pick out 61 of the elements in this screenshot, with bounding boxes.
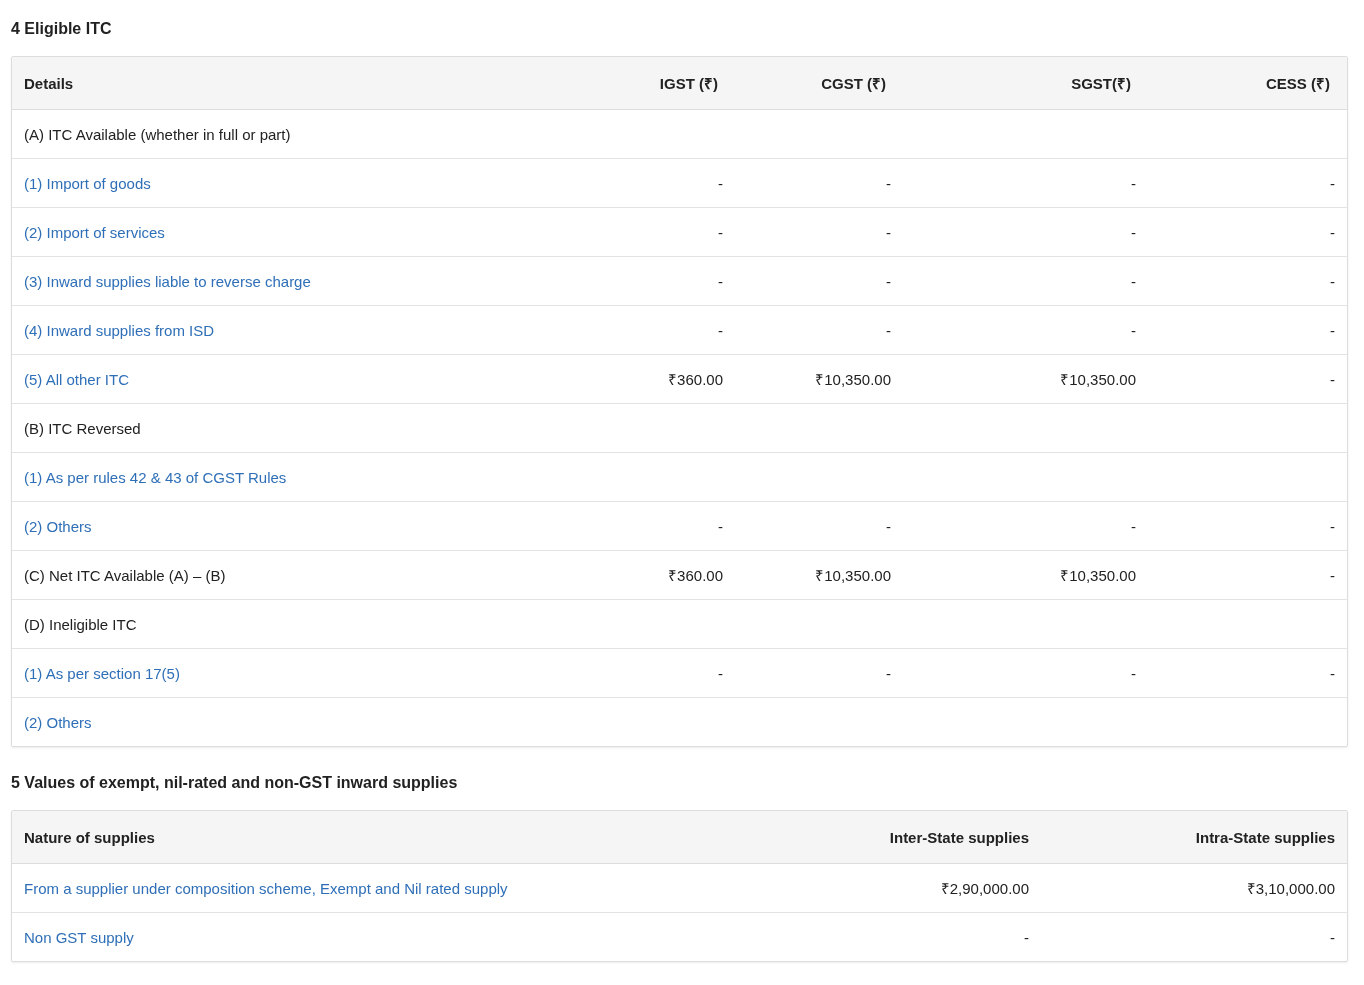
row-label: (A) ITC Available (whether in full or part) <box>12 110 560 159</box>
table-cell: - <box>1148 208 1347 257</box>
row-link[interactable]: (1) As per rules 42 & 43 of CGST Rules <box>12 453 560 502</box>
table-cell: - <box>1148 306 1347 355</box>
table-cell: - <box>1148 502 1347 551</box>
column-header: Details <box>12 57 560 110</box>
section-title: 5 Values of exempt, nil-rated and non-GST inward supplies <box>11 774 459 792</box>
row-link[interactable]: (5) All other ITC <box>12 355 560 404</box>
row-link[interactable]: From a supplier under composition scheme, Exempt and Nil rated supply <box>12 864 742 913</box>
table-cell: - <box>735 208 903 257</box>
table-cell: - <box>1148 159 1347 208</box>
row-label: (B) ITC Reversed <box>12 404 560 453</box>
row-link[interactable]: (1) As per section 17(5) <box>12 649 560 698</box>
table-cell-text: - <box>1023 927 1030 948</box>
table-cell: - <box>560 306 735 355</box>
column-header: CGST (₹) <box>735 57 903 110</box>
table-cell: - <box>903 257 1148 306</box>
table-cell: ₹360.00 <box>560 355 735 404</box>
table-cell: - <box>1148 355 1347 404</box>
column-header: Inter-State supplies <box>742 811 1042 864</box>
row-label: (D) Ineligible ITC <box>12 600 560 649</box>
table-cell: ₹10,350.00 <box>903 551 1148 600</box>
table-cell: ₹3,10,000.00 <box>1042 864 1347 913</box>
table-cell: - <box>560 208 735 257</box>
column-header: Intra-State supplies <box>1042 811 1347 864</box>
row-link[interactable]: (3) Inward supplies liable to reverse charge <box>12 257 560 306</box>
table-cell: - <box>560 649 735 698</box>
table-cell: - <box>560 502 735 551</box>
row-link[interactable]: (1) Import of goods <box>12 159 560 208</box>
table-cell: ₹10,350.00 <box>735 551 903 600</box>
row-label: (C) Net ITC Available (A) – (B) <box>12 551 560 600</box>
table-cell: - <box>1148 257 1347 306</box>
table-cell: - <box>735 257 903 306</box>
section-title: 4 Eligible ITC <box>11 20 113 38</box>
column-header: SGST(₹) <box>903 57 1148 110</box>
row-link[interactable]: (4) Inward supplies from ISD <box>12 306 560 355</box>
table-cell: - <box>735 649 903 698</box>
table-cell: - <box>903 159 1148 208</box>
table-cell: - <box>903 649 1148 698</box>
table-cell: ₹10,350.00 <box>735 355 903 404</box>
table-cell: - <box>903 208 1148 257</box>
table-cell: - <box>735 159 903 208</box>
table-cell: ₹360.00 <box>560 551 735 600</box>
table-cell: - <box>1148 649 1347 698</box>
table-cell: - <box>735 306 903 355</box>
row-link[interactable]: Non GST supply <box>12 913 742 961</box>
table-cell: - <box>560 159 735 208</box>
table-cell: ₹10,350.00 <box>903 355 1148 404</box>
column-header: Nature of supplies <box>12 811 742 864</box>
table-cell-text: - <box>1329 927 1336 948</box>
row-link[interactable]: (2) Others <box>12 698 560 746</box>
column-header: IGST (₹) <box>560 57 735 110</box>
table-cell: - <box>903 306 1148 355</box>
table-cell: - <box>735 502 903 551</box>
table-cell: - <box>1148 551 1347 600</box>
row-link[interactable]: (2) Import of services <box>12 208 560 257</box>
column-header: CESS (₹) <box>1148 57 1347 110</box>
row-link[interactable]: (2) Others <box>12 502 560 551</box>
table-cell: - <box>560 257 735 306</box>
table-cell: - <box>903 502 1148 551</box>
table-cell: ₹2,90,000.00 <box>742 864 1042 913</box>
